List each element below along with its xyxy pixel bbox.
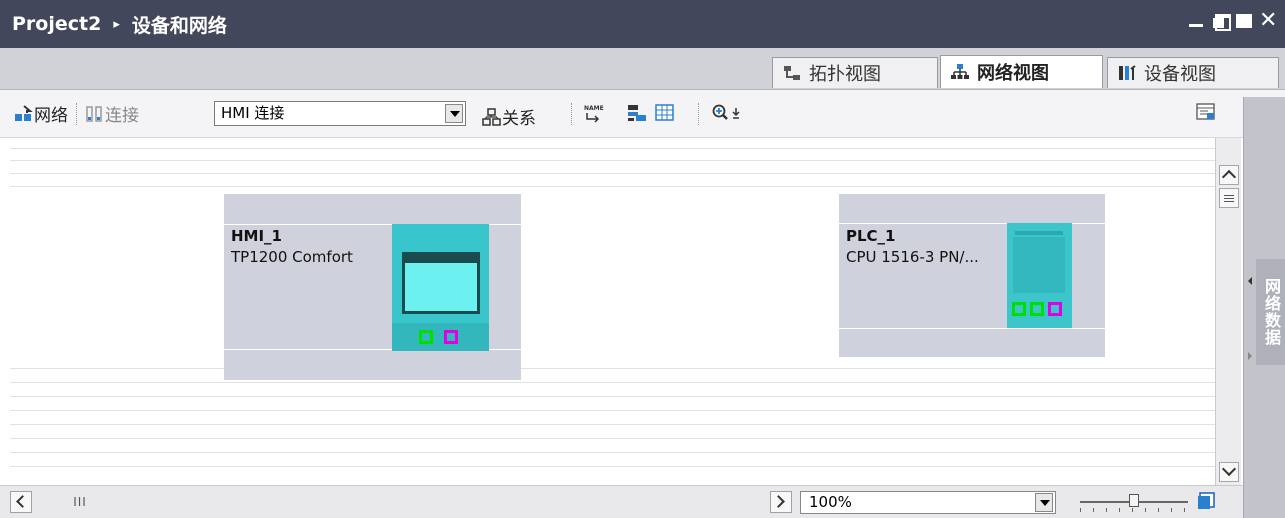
breadcrumb-project[interactable]: Project2	[12, 13, 101, 35]
tab-topology-label: 拓扑视图	[809, 64, 881, 85]
grid-line	[10, 173, 1215, 174]
mpi-port-icon[interactable]	[444, 330, 458, 344]
zoom-select[interactable]: 100%	[800, 491, 1056, 514]
network-button-label: 网络	[34, 106, 68, 126]
device-name[interactable]: PLC_1	[846, 227, 896, 245]
maximize-icon[interactable]	[1235, 12, 1253, 30]
tab-network-view[interactable]: 网络视图	[940, 55, 1103, 88]
device-type: CPU 1516-3 PN/...	[846, 248, 979, 266]
network-icon	[951, 64, 969, 80]
grid-line	[10, 186, 1215, 187]
slider-thumb[interactable]	[1129, 494, 1139, 507]
close-icon[interactable]: ✕	[1259, 10, 1277, 32]
app-window: Project2 ▸ 设备和网络 ✕ 拓扑视图 网络视图 设备视图 网络 连接 …	[0, 0, 1285, 518]
minimize-icon[interactable]	[1187, 12, 1205, 30]
grid-line	[10, 424, 1215, 425]
toolbar-separator	[76, 102, 77, 125]
toolbar-separator	[698, 103, 699, 125]
breadcrumb-section: 设备和网络	[131, 14, 227, 37]
dropdown-arrow-icon[interactable]	[1035, 493, 1053, 512]
network-mode-icon	[14, 104, 34, 123]
connect-button-label: 连接	[105, 106, 139, 126]
tab-network-label: 网络视图	[977, 63, 1049, 84]
scroll-up-button[interactable]	[1219, 165, 1239, 185]
plc-display-strip	[1015, 231, 1063, 235]
chevron-right-icon	[772, 495, 785, 508]
vertical-scrollbar[interactable]	[1215, 138, 1241, 485]
slider-ticks	[1080, 508, 1188, 512]
hmi-interface-strip	[392, 323, 489, 351]
table-view-icon[interactable]	[655, 104, 675, 122]
plc-cpu-icon[interactable]	[1007, 223, 1072, 328]
toolbar: 网络 连接 HMI 连接 关系 NAME	[0, 90, 1285, 138]
tab-device-label: 设备视图	[1144, 64, 1216, 85]
svg-text:NAME: NAME	[584, 105, 604, 112]
scroll-left-button[interactable]	[10, 491, 32, 513]
grid-line	[10, 466, 1215, 467]
toolbar-separator	[571, 103, 572, 125]
horizontal-scroll-thumb[interactable]: III	[42, 492, 118, 512]
chevron-up-icon	[1221, 169, 1237, 185]
topology-icon	[783, 65, 801, 81]
dropdown-arrow-icon[interactable]	[445, 104, 463, 123]
scroll-thumb[interactable]	[1219, 188, 1239, 208]
grid-line	[10, 160, 1215, 161]
relations-button[interactable]: 关系	[482, 104, 536, 129]
tab-device-view[interactable]: 设备视图	[1107, 57, 1279, 88]
device-name[interactable]: HMI_1	[231, 227, 282, 245]
title-bar: Project2 ▸ 设备和网络 ✕	[0, 0, 1285, 48]
zoom-value: 100%	[809, 493, 852, 511]
show-address-icon[interactable]	[627, 104, 647, 122]
assign-name-icon[interactable]: NAME	[583, 103, 604, 123]
profinet-port-icon[interactable]	[1012, 302, 1026, 316]
device-plc[interactable]: PLC_1 CPU 1516-3 PN/...	[839, 194, 1105, 357]
expand-arrow-icon[interactable]	[1248, 352, 1252, 360]
tab-topology-view[interactable]: 拓扑视图	[772, 57, 938, 88]
device-hmi[interactable]: HMI_1 TP1200 Comfort	[224, 194, 521, 380]
relations-icon	[482, 107, 502, 126]
grid-line	[10, 410, 1215, 411]
panel-toggle-icon[interactable]	[1196, 103, 1216, 121]
connect-button[interactable]: 连接	[85, 101, 139, 126]
overview-navigation-icon[interactable]	[1197, 492, 1215, 510]
connect-icon	[85, 105, 105, 123]
network-canvas[interactable]: HMI_1 TP1200 Comfort PLC_1 CPU 1516-3 PN…	[10, 138, 1215, 485]
connection-type-select[interactable]: HMI 连接	[214, 101, 466, 126]
view-tabs-bar: 拓扑视图 网络视图 设备视图	[0, 48, 1285, 90]
scroll-right-button[interactable]	[770, 491, 792, 513]
window-controls: ✕	[1187, 10, 1277, 32]
network-button[interactable]: 网络	[14, 101, 68, 126]
bottom-bar: III 100%	[0, 485, 1243, 518]
chevron-down-icon	[1221, 461, 1237, 477]
zoom-in-icon[interactable]	[712, 104, 740, 122]
profinet-port-icon[interactable]	[419, 330, 433, 344]
grid-line	[10, 382, 1215, 383]
grid-line	[10, 148, 1215, 149]
grip-icon	[1224, 195, 1234, 202]
hmi-panel-icon[interactable]	[392, 224, 489, 351]
collapse-arrow-icon[interactable]	[1248, 277, 1252, 285]
profinet-port-icon[interactable]	[1030, 302, 1044, 316]
relations-button-label: 关系	[502, 109, 536, 129]
scroll-down-button[interactable]	[1219, 461, 1239, 482]
plc-body	[1013, 237, 1065, 293]
task-card-sidebar: 网络数据	[1243, 97, 1285, 518]
grid-line	[10, 396, 1215, 397]
connection-type-value: HMI 连接	[221, 104, 285, 122]
network-data-tab[interactable]: 网络数据	[1256, 259, 1285, 365]
breadcrumb-separator: ▸	[113, 16, 120, 32]
device-icon	[1118, 65, 1136, 81]
device-rail	[839, 328, 1105, 329]
profibus-port-icon[interactable]	[1048, 302, 1062, 316]
grid-line	[10, 368, 1215, 369]
grid-line	[10, 452, 1215, 453]
hmi-screen-icon	[402, 252, 480, 314]
grid-line	[10, 438, 1215, 439]
zoom-slider[interactable]	[1080, 494, 1188, 512]
device-type: TP1200 Comfort	[231, 248, 353, 266]
float-window-icon[interactable]	[1211, 12, 1231, 31]
chevron-left-icon	[16, 495, 29, 508]
